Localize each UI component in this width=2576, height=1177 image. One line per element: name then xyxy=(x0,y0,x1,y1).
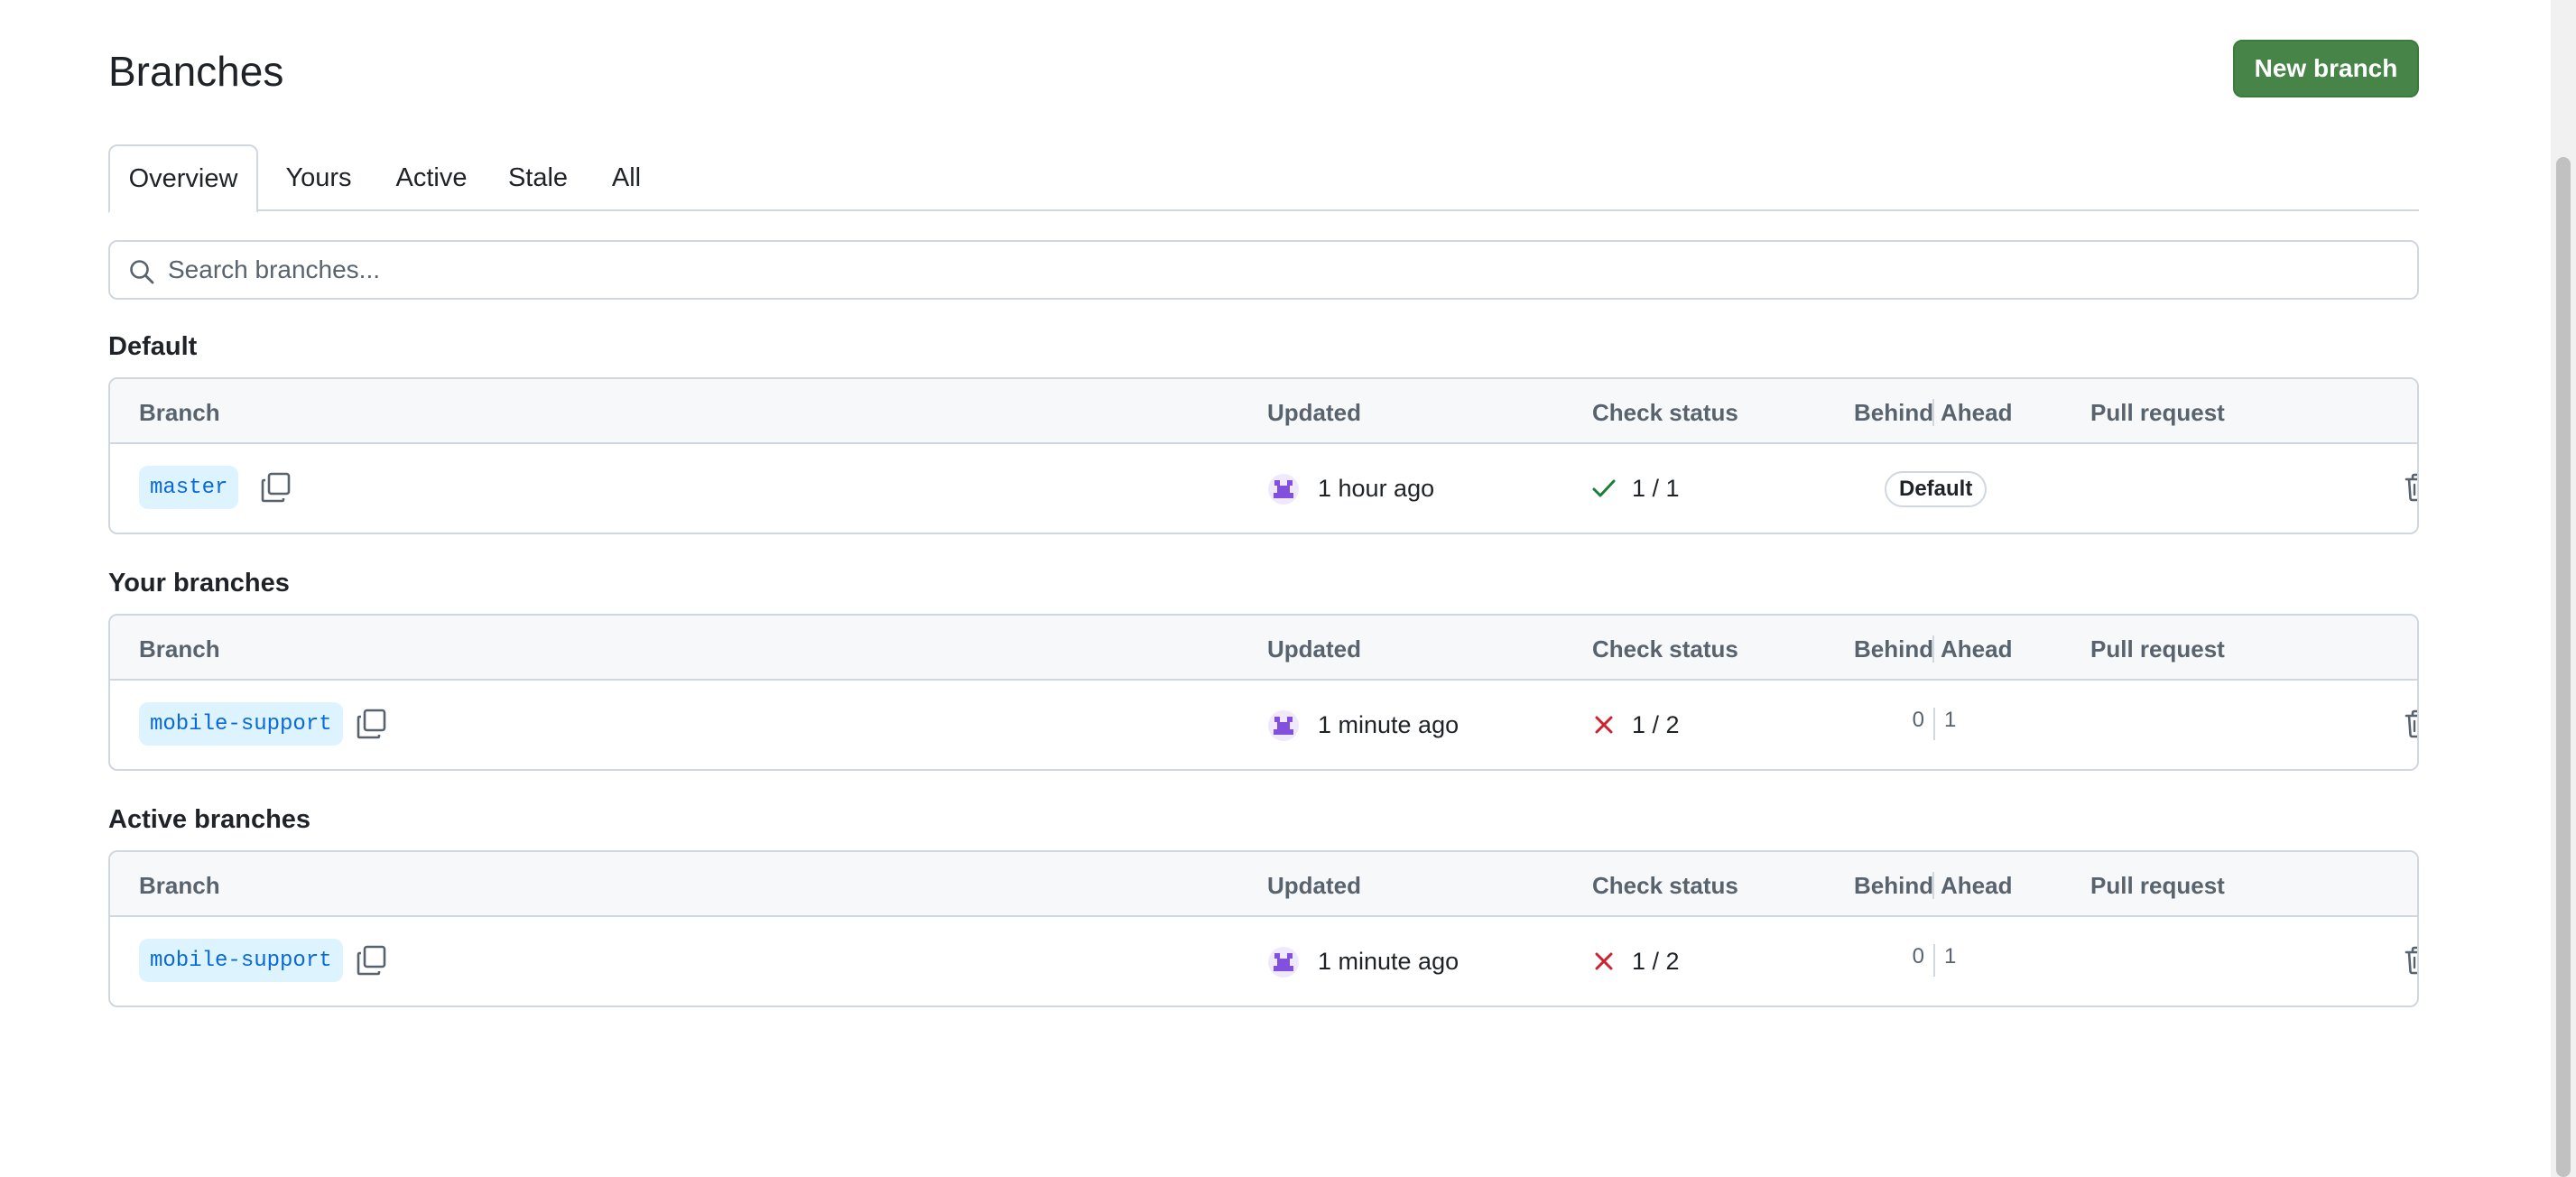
column-header-updated: Updated xyxy=(1267,399,1361,426)
check-status-count[interactable]: 1 / 2 xyxy=(1632,948,1680,976)
trash-icon[interactable] xyxy=(2401,471,2419,504)
check-status-count[interactable]: 1 / 1 xyxy=(1632,475,1680,503)
column-header-pull-request: Pull request xyxy=(2090,635,2225,663)
page-title: Branches xyxy=(108,48,284,95)
table-header: Branch Updated Check status Behind Ahead… xyxy=(110,379,2417,444)
copy-icon[interactable] xyxy=(354,942,390,978)
column-header-branch: Branch xyxy=(139,399,220,426)
column-header-check-status: Check status xyxy=(1592,399,1738,426)
column-header-behind: Behind xyxy=(1854,635,1934,663)
column-header-check-status: Check status xyxy=(1592,635,1738,663)
ahead-count: 1 xyxy=(1944,708,1957,732)
table-header: Branch Updated Check status Behind Ahead… xyxy=(110,616,2417,681)
branches-table-yours: Branch Updated Check status Behind Ahead… xyxy=(108,614,2419,771)
user-avatar[interactable] xyxy=(1267,709,1300,742)
section-title-default: Default xyxy=(108,332,198,361)
column-header-updated: Updated xyxy=(1267,635,1361,663)
tab-stale[interactable]: Stale xyxy=(491,144,585,211)
behind-count: 0 xyxy=(1912,708,1924,732)
copy-icon[interactable] xyxy=(258,469,294,505)
updated-time: 1 minute ago xyxy=(1318,711,1459,738)
tab-active[interactable]: Active xyxy=(375,144,487,211)
page-header: Branches New branch xyxy=(108,40,2419,99)
tab-yours[interactable]: Yours xyxy=(267,144,370,211)
ahead-count: 1 xyxy=(1944,944,1957,968)
behind-ahead-divider xyxy=(1932,872,1934,899)
tab-overview[interactable]: Overview xyxy=(108,144,258,213)
behind-count: 0 xyxy=(1912,944,1924,968)
check-icon[interactable] xyxy=(1590,475,1617,502)
new-branch-button[interactable]: New branch xyxy=(2233,40,2419,97)
check-status-count[interactable]: 1 / 2 xyxy=(1632,711,1680,739)
trash-icon[interactable] xyxy=(2401,708,2419,740)
behind-ahead-divider xyxy=(1933,944,1935,977)
scrollbar-thumb[interactable] xyxy=(2556,157,2571,1177)
column-header-behind: Behind xyxy=(1854,872,1934,899)
section-title-active-branches: Active branches xyxy=(108,805,311,834)
table-row: master 1 hour ago 1 / 1 Default xyxy=(110,444,2417,533)
tab-all[interactable]: All xyxy=(588,144,664,211)
branch-name-link[interactable]: master xyxy=(139,466,239,509)
column-header-behind: Behind xyxy=(1854,399,1934,426)
column-header-branch: Branch xyxy=(139,635,220,663)
column-header-check-status: Check status xyxy=(1592,872,1738,899)
search-icon xyxy=(130,260,154,284)
behind-ahead-divider xyxy=(1932,635,1934,663)
branch-name-link[interactable]: mobile-support xyxy=(139,702,343,746)
trash-icon[interactable] xyxy=(2401,944,2419,977)
branch-name-link[interactable]: mobile-support xyxy=(139,939,343,982)
table-row: mobile-support 1 minute ago 1 / 2 0 1 xyxy=(110,917,2417,1006)
search-input[interactable] xyxy=(168,251,2397,289)
search-box[interactable] xyxy=(108,240,2419,300)
x-icon[interactable] xyxy=(1590,711,1617,738)
column-header-ahead: Ahead xyxy=(1941,872,2013,899)
user-avatar[interactable] xyxy=(1267,946,1300,978)
column-header-branch: Branch xyxy=(139,872,220,899)
default-badge: Default xyxy=(1885,471,1988,507)
column-header-pull-request: Pull request xyxy=(2090,399,2225,426)
column-header-pull-request: Pull request xyxy=(2090,872,2225,899)
branches-table-default: Branch Updated Check status Behind Ahead… xyxy=(108,377,2419,534)
table-row: mobile-support 1 minute ago 1 / 2 0 1 xyxy=(110,681,2417,769)
column-header-ahead: Ahead xyxy=(1941,635,2013,663)
table-header: Branch Updated Check status Behind Ahead… xyxy=(110,852,2417,917)
branches-table-active: Branch Updated Check status Behind Ahead… xyxy=(108,850,2419,1007)
updated-time: 1 minute ago xyxy=(1318,948,1459,975)
branch-tabs: Overview Yours Active Stale All xyxy=(108,144,2419,213)
copy-icon[interactable] xyxy=(354,706,390,742)
section-title-your-branches: Your branches xyxy=(108,569,290,598)
column-header-ahead: Ahead xyxy=(1941,399,2013,426)
updated-time: 1 hour ago xyxy=(1318,475,1435,502)
x-icon[interactable] xyxy=(1590,948,1617,975)
behind-ahead-divider xyxy=(1932,399,1934,426)
user-avatar[interactable] xyxy=(1267,473,1300,505)
column-header-updated: Updated xyxy=(1267,872,1361,899)
behind-ahead-divider xyxy=(1933,708,1935,740)
